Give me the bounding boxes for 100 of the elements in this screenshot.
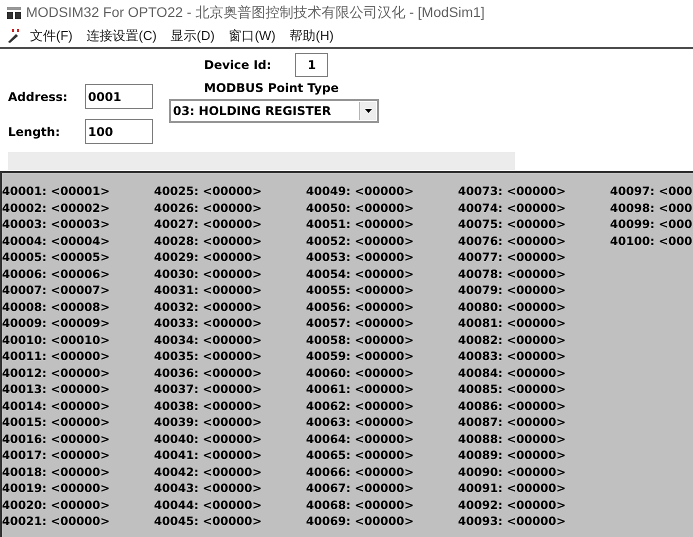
register-value: 40035: <00000> [154,348,263,364]
register-value: 40030: <00000> [154,266,263,282]
register-value: 40036: <00000> [154,364,263,381]
device-id-label: Device Id: [204,58,272,72]
register-value: 40038: <00000> [154,398,263,414]
register-value: 40061: <00000> [306,381,415,398]
register-value: 40001: <00001> [2,183,111,200]
register-value: 40063: <00000> [306,414,415,430]
register-value: 40021: <00000> [2,513,111,530]
register-value: 40028: <00000> [154,232,263,249]
register-value: 40041: <00000> [154,447,263,464]
register-value: 40019: <00000> [2,480,111,496]
length-field[interactable]: 100 [85,119,153,144]
register-value: 40051: <00000> [306,216,415,232]
register-value: 40045: <00000> [154,513,263,530]
register-value: 40005: <00005> [2,249,111,266]
register-value: 40025: <00000> [154,183,263,200]
register-value: 40039: <00000> [154,414,263,430]
register-value: 40068: <00000> [306,496,415,513]
register-value: 40014: <00000> [2,398,111,414]
register-value: 40057: <00000> [306,315,415,332]
register-value: 40066: <00000> [306,464,415,480]
register-value: 40056: <00000> [306,298,415,315]
register-value: 40065: <00000> [306,447,415,464]
register-value: 40004: <00004> [2,232,111,249]
register-value: 40052: <00000> [306,232,415,249]
register-value: 40053: <00000> [306,249,415,266]
register-value: 40090: <00000> [458,464,567,480]
register-value: 40062: <00000> [306,398,415,414]
register-value: 40093: <00000> [458,513,567,530]
menu-item[interactable]: 连接设置(C) [86,27,157,45]
register-value: 40085: <00000> [458,381,567,398]
register-value: 40077: <00000> [458,249,567,266]
pen-icon[interactable] [6,28,22,44]
menu-item[interactable]: 窗口(W) [228,27,276,45]
window-title: MODSIM32 For OPTO22 - 北京奥普图控制技术有限公司汉化 - [ModSim1] [26,4,485,22]
menu-item[interactable]: 文件(F) [30,27,73,45]
register-value: 40059: <00000> [306,348,415,364]
device-id-field[interactable]: 1 [295,53,328,77]
register-value: 40081: <00000> [458,315,567,332]
address-label: Address: [8,90,69,104]
register-value: 40064: <00000> [306,430,415,447]
register-value: 40010: <00010> [2,332,111,348]
register-value: 40043: <00000> [154,480,263,496]
register-value: 40100: <000 [610,232,693,249]
register-value: 40032: <00000> [154,298,263,315]
register-value: 40097: <000 [610,183,693,200]
register-value: 40091: <00000> [458,480,567,496]
menu-item[interactable]: 显示(D) [170,27,215,45]
register-value: 40076: <00000> [458,232,567,249]
register-value: 40098: <000 [610,200,693,216]
register-value: 40075: <00000> [458,216,567,232]
register-value: 40089: <00000> [458,447,567,464]
register-value: 40011: <00000> [2,348,111,364]
register-value: 40069: <00000> [306,513,415,530]
register-value: 40044: <00000> [154,496,263,513]
register-value: 40017: <00000> [2,447,111,464]
register-value: 40079: <00000> [458,282,567,298]
point-type-dropdown[interactable]: 03: HOLDING REGISTER [169,99,379,123]
register-value: 40034: <00000> [154,332,263,348]
register-value: 40026: <00000> [154,200,263,216]
register-value: 40018: <00000> [2,464,111,480]
register-value: 40083: <00000> [458,348,567,364]
register-value: 40055: <00000> [306,282,415,298]
register-value: 40084: <00000> [458,364,567,381]
register-value: 40009: <00009> [2,315,111,332]
register-value: 40003: <00003> [2,216,111,232]
register-value: 40078: <00000> [458,266,567,282]
register-value: 40012: <00000> [2,364,111,381]
register-value: 40037: <00000> [154,381,263,398]
register-value: 40080: <00000> [458,298,567,315]
register-value: 40016: <00000> [2,430,111,447]
register-value: 40092: <00000> [458,496,567,513]
register-value: 40031: <00000> [154,282,263,298]
register-value: 40029: <00000> [154,249,263,266]
address-field[interactable]: 0001 [85,84,153,109]
register-value: 40074: <00000> [458,200,567,216]
register-value: 40049: <00000> [306,183,415,200]
caret-icon [364,109,372,113]
length-label: Length: [8,124,61,138]
register-value: 40073: <00000> [458,183,567,200]
register-value: 40087: <00000> [458,414,567,430]
register-value: 40007: <00007> [2,282,111,298]
register-value: 40082: <00000> [458,332,567,348]
register-value: 40006: <00006> [2,266,111,282]
register-value: 40060: <00000> [306,364,415,381]
app-icon [6,6,22,20]
register-value: 40013: <00000> [2,381,111,398]
point-type-label: MODBUS Point Type [203,81,340,95]
register-value: 40050: <00000> [306,200,415,216]
register-value: 40042: <00000> [154,464,263,480]
register-value: 40099: <000 [610,216,693,232]
register-value: 40033: <00000> [154,315,263,332]
register-value: 40008: <00008> [2,298,111,315]
register-value: 40020: <00000> [2,496,111,513]
menu-item[interactable]: 帮助(H) [290,27,334,45]
register-value: 40088: <00000> [458,430,567,447]
register-value: 40067: <00000> [306,480,415,496]
register-value: 40027: <00000> [154,216,263,232]
register-value: 40086: <00000> [458,398,567,414]
